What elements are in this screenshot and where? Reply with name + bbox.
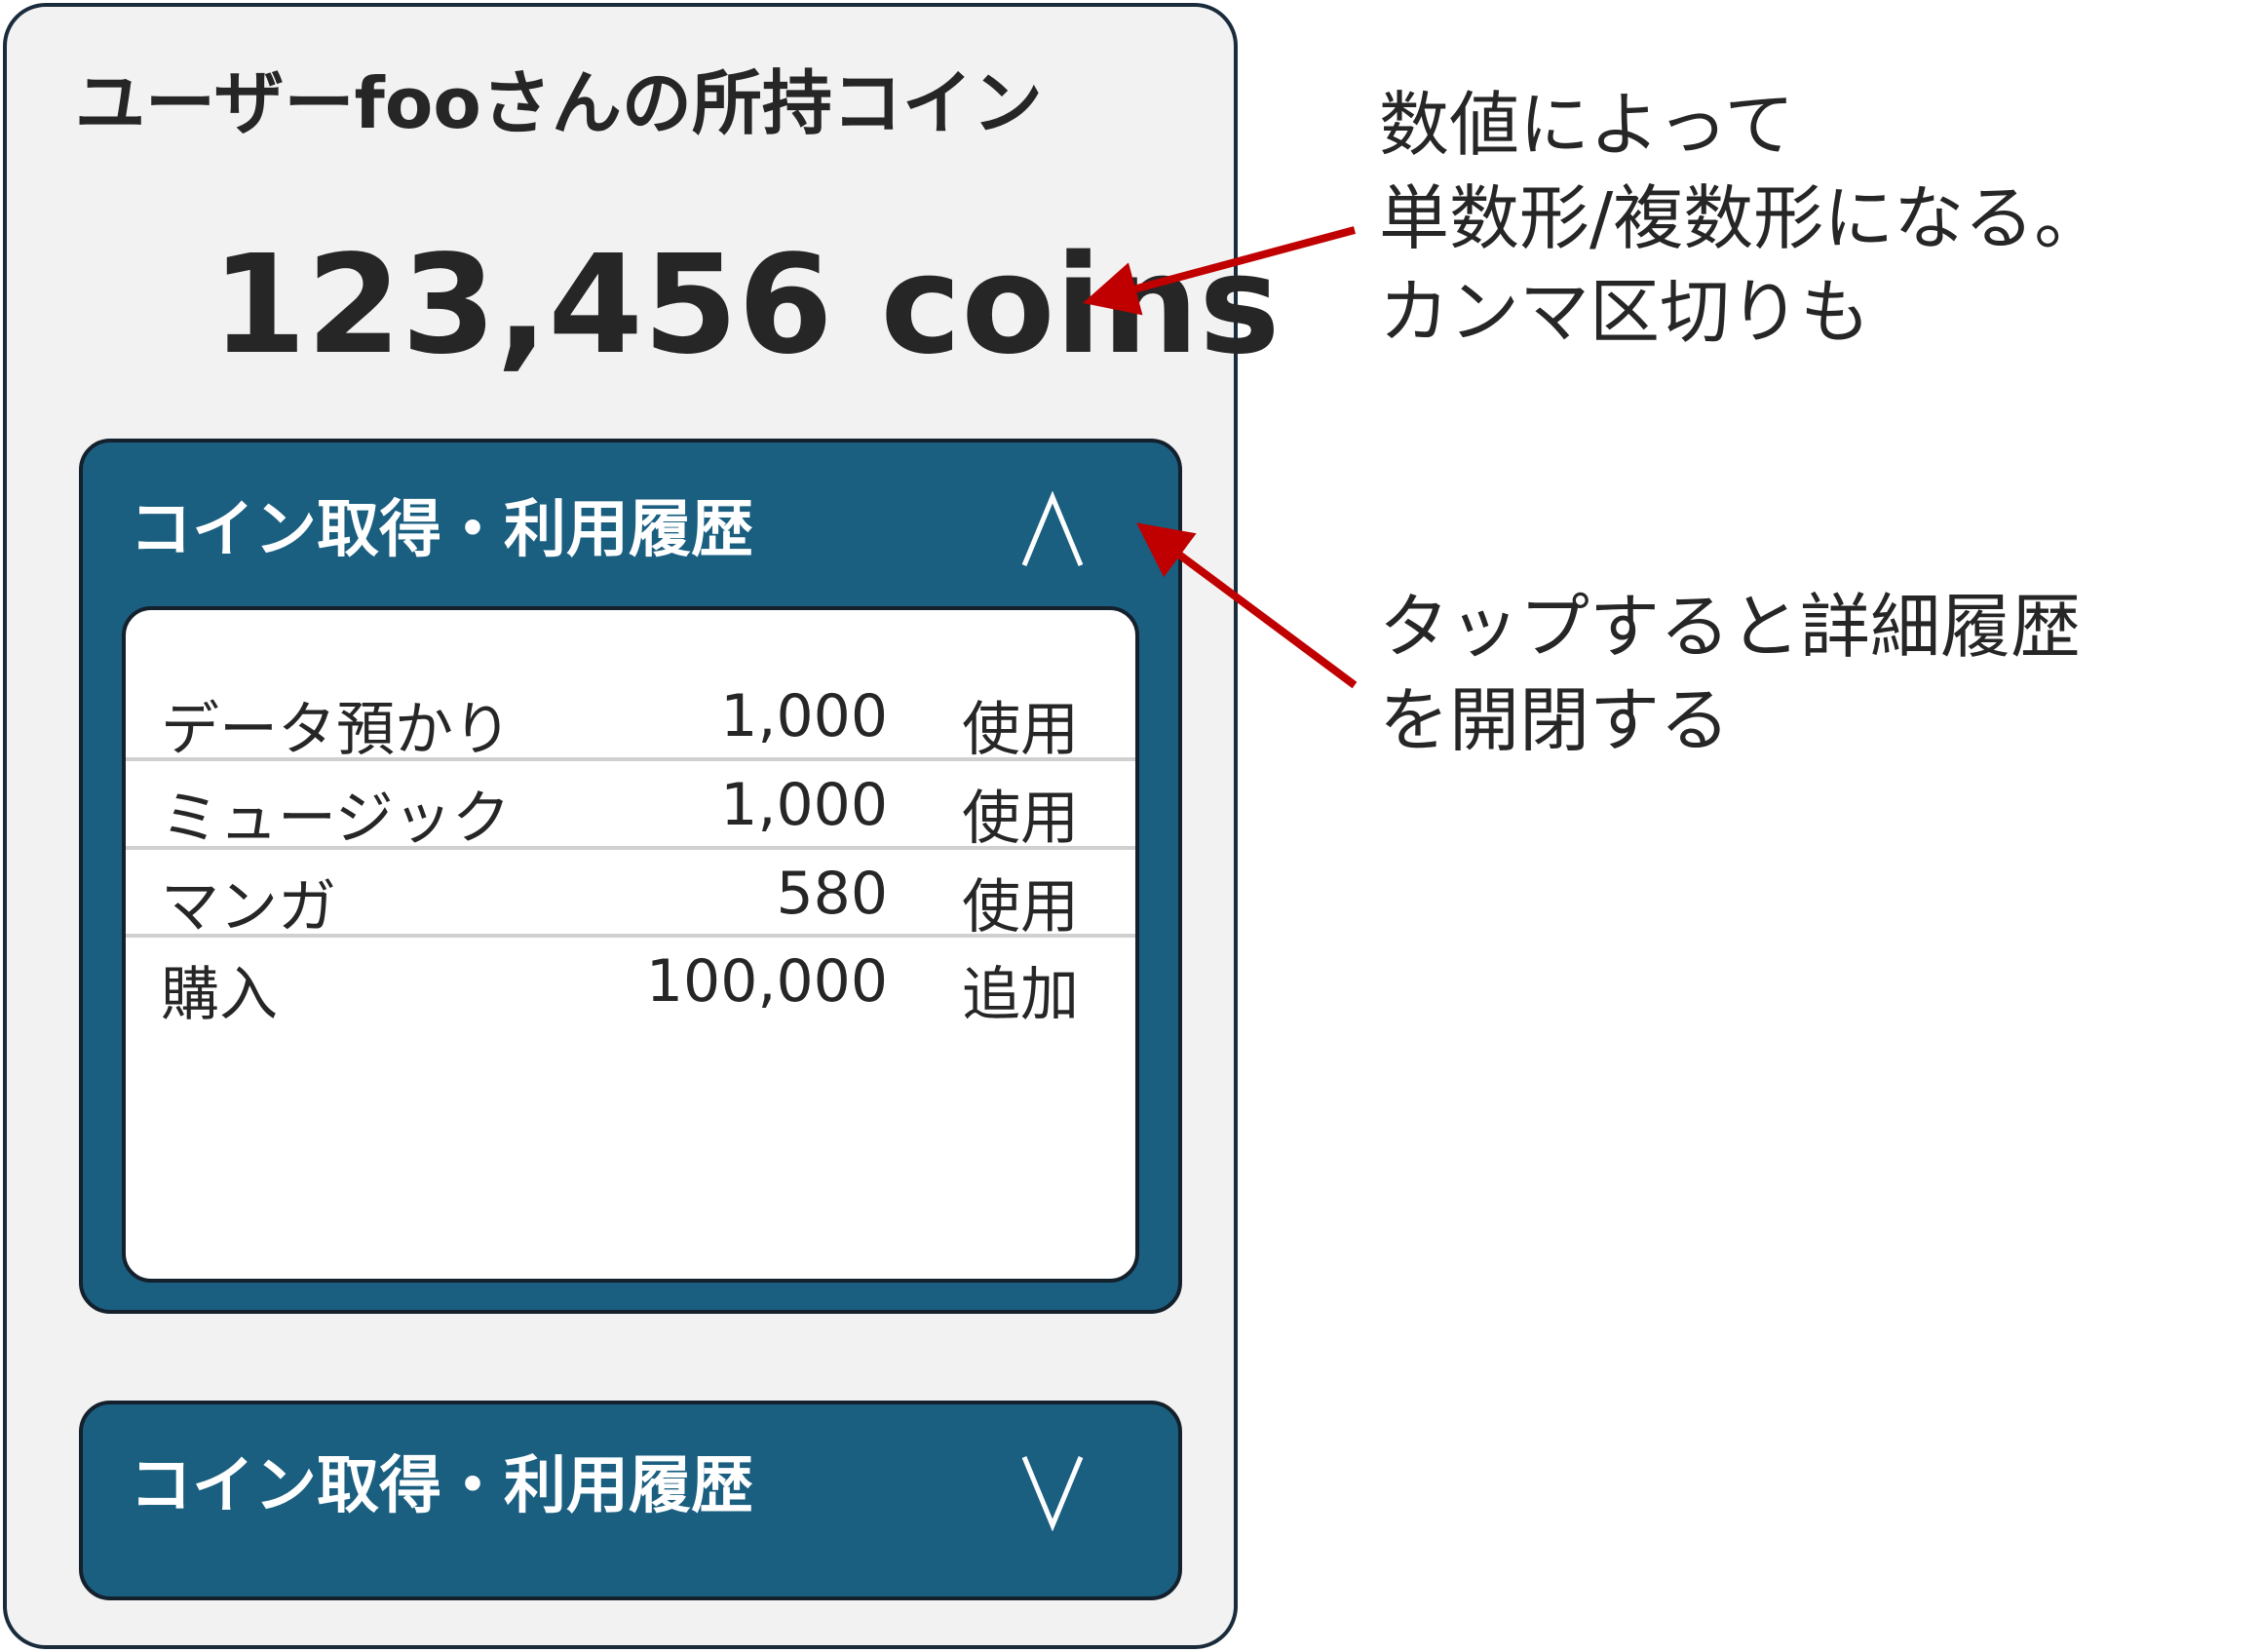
toggle-annotation: タップすると詳細履歴 を開閉する <box>1379 580 2081 767</box>
amount-annotation: 数値によって 単数形/複数形になる。 カンマ区切りも <box>1379 78 2104 359</box>
annotation-line: を開閉する <box>1379 679 1731 761</box>
amount-arrow <box>1083 226 1357 316</box>
annotation-line: カンマ区切りも <box>1379 271 1871 353</box>
annotation-line: 数値によって <box>1379 84 1795 166</box>
annotation-line: タップすると詳細履歴 <box>1379 586 2082 668</box>
toggle-arrow <box>1136 522 1358 689</box>
annotation-line: 単数形/複数形になる。 <box>1379 177 2105 259</box>
